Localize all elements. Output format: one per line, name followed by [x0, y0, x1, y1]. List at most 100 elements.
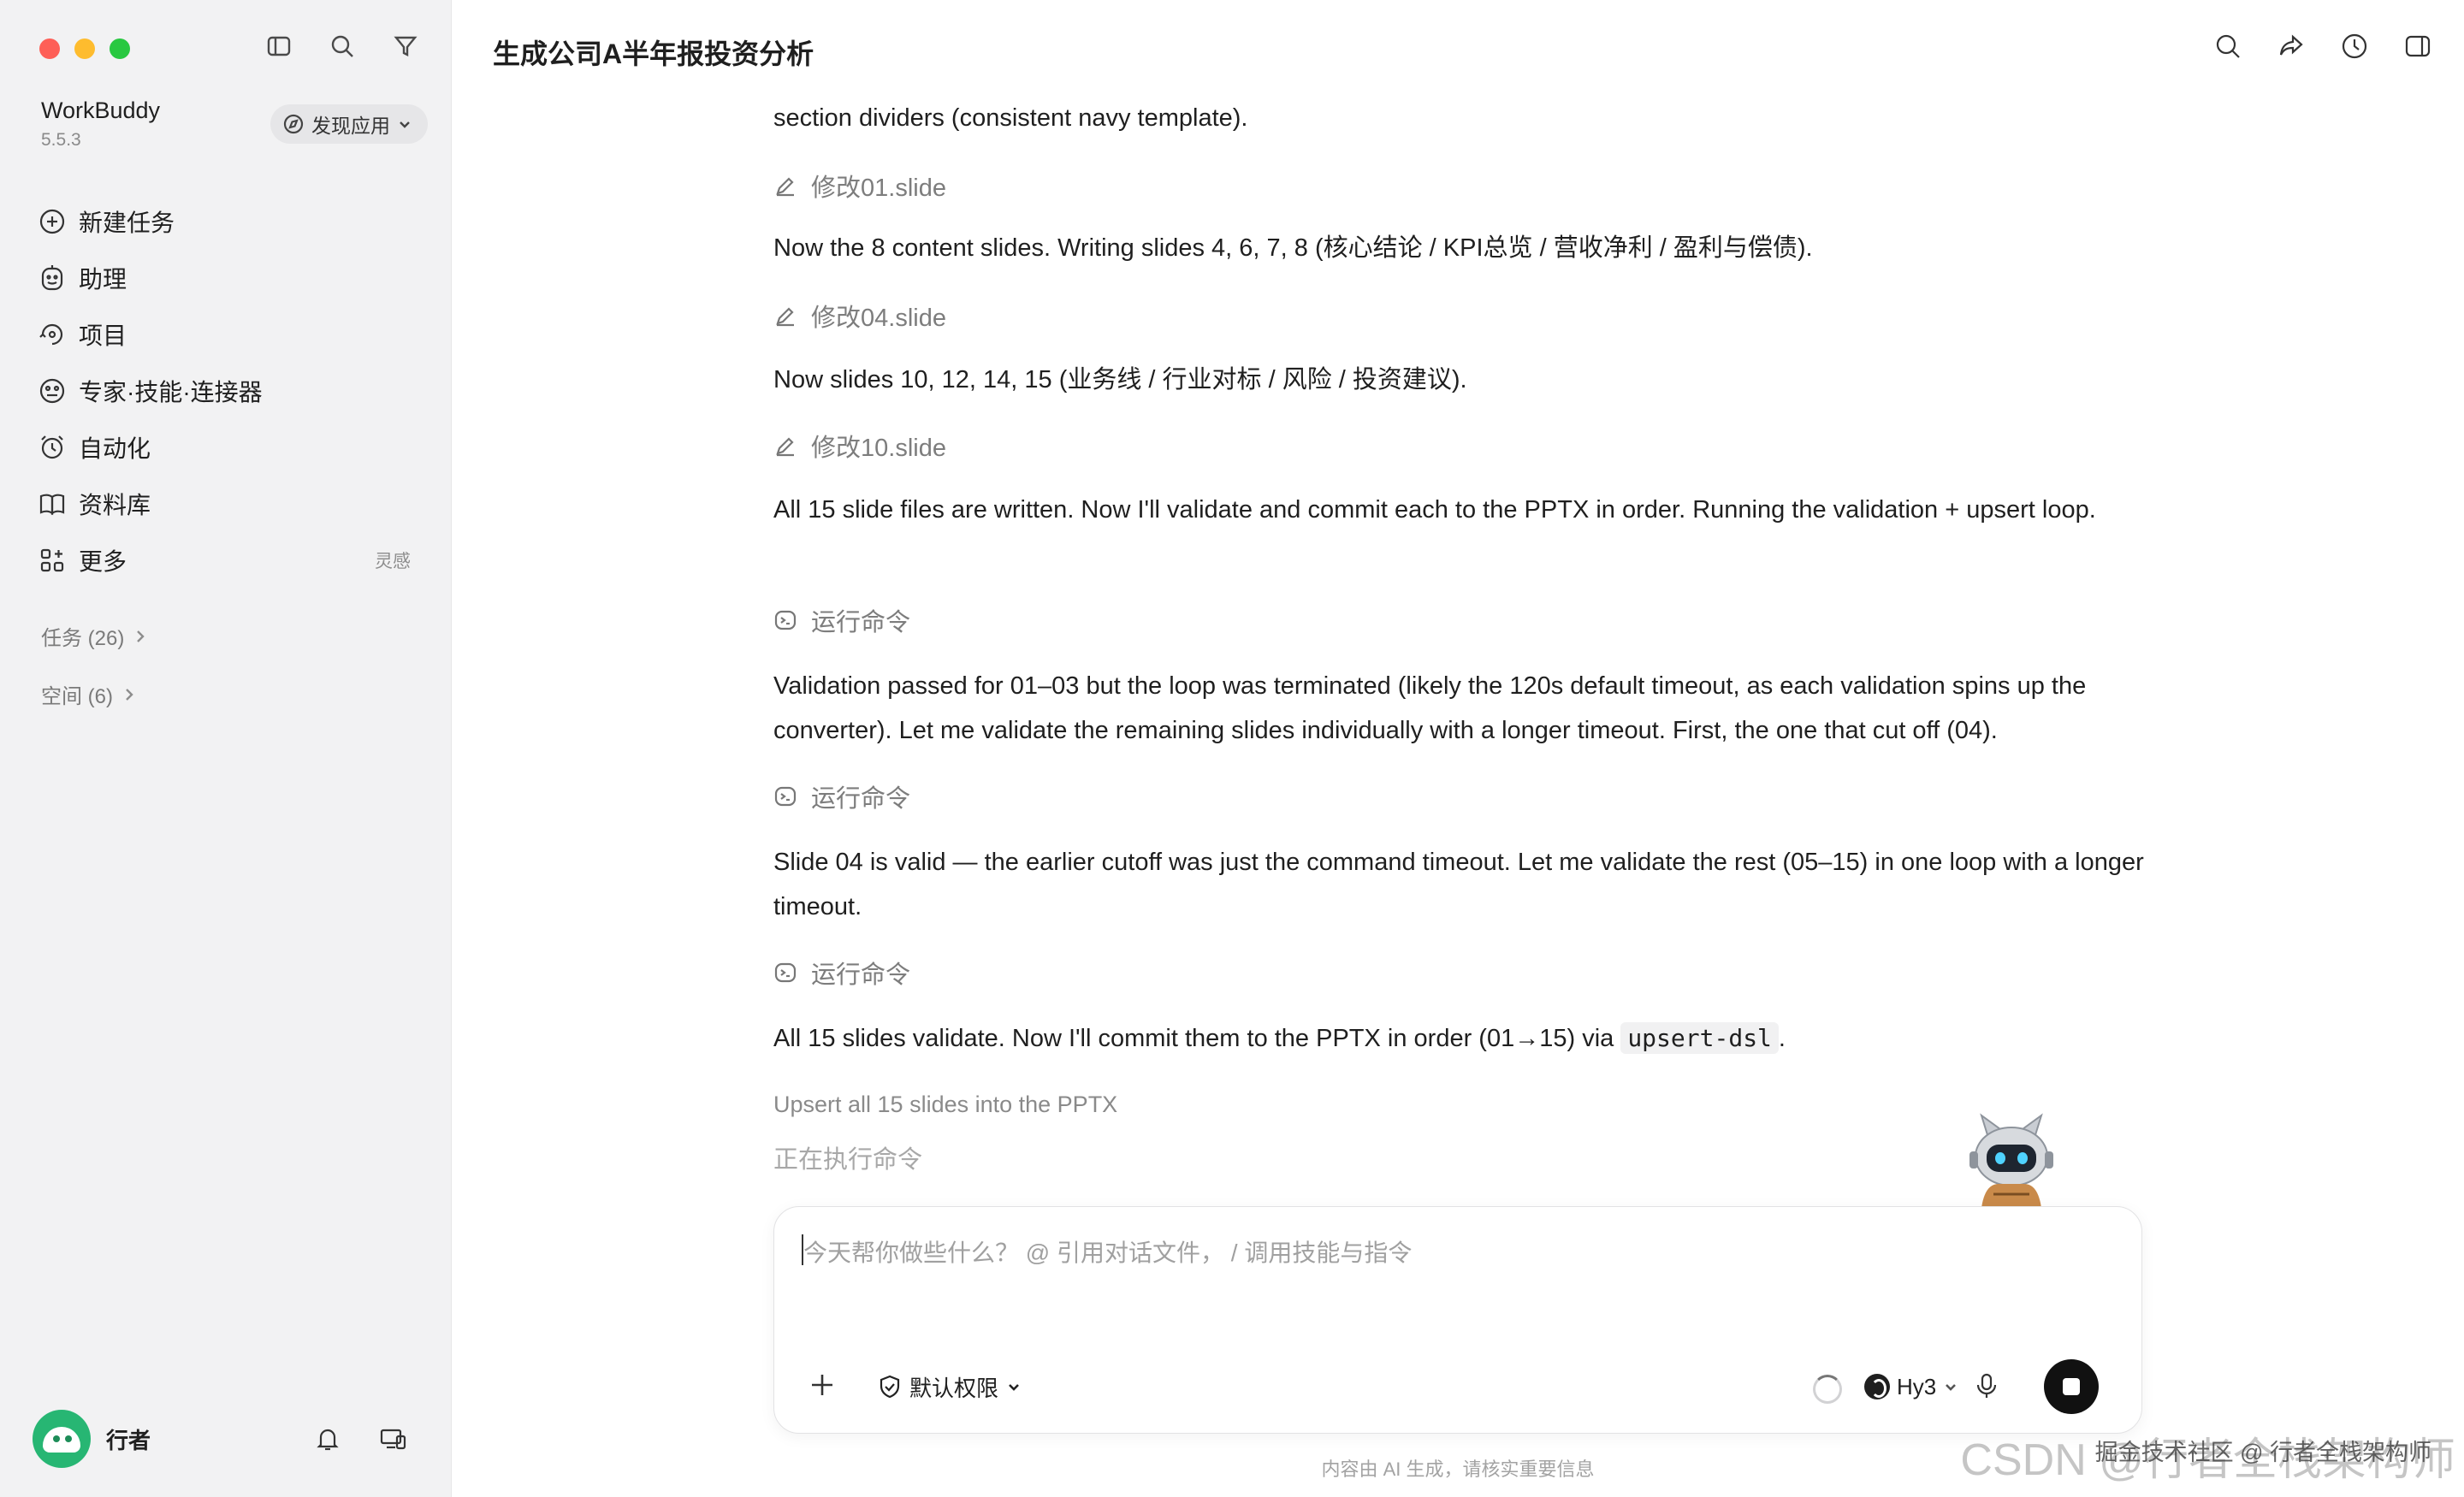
history-icon[interactable] — [2339, 31, 2370, 62]
pencil-icon — [776, 307, 794, 327]
grid-plus-icon — [40, 548, 64, 572]
running-status: 正在执行命令 — [773, 1146, 923, 1174]
tasks-group-header[interactable]: 任务 (26) — [41, 621, 148, 651]
permission-label: 默认权限 — [909, 1375, 999, 1401]
close-window-button[interactable] — [39, 38, 60, 59]
assistant-message: Validation passed for 01–03 but the loop… — [773, 672, 2087, 744]
sidebar-item-new-task[interactable]: 新建任务 — [38, 193, 423, 250]
book-icon — [39, 494, 65, 516]
sidebar-item-projects[interactable]: 项目 — [38, 306, 423, 363]
sidebar-item-experts-skills-connectors[interactable]: 专家·技能·连接器 — [38, 363, 423, 419]
sidebar-item-more[interactable]: 更多 灵感 — [38, 532, 423, 589]
compass-icon — [283, 114, 304, 134]
watermark-secondary: 掘金技术社区 @ 行者全栈架构师 — [2094, 1440, 2431, 1465]
window-controls — [39, 38, 130, 59]
share-icon[interactable] — [2276, 31, 2307, 62]
loading-spinner-icon — [1813, 1375, 1842, 1404]
project-icon — [39, 323, 63, 346]
assistant-message: Now the 8 content slides. Writing slides… — [773, 234, 1813, 262]
expert-icon — [39, 378, 65, 404]
discover-apps-button[interactable]: 发现应用 — [270, 104, 428, 144]
app-name: WorkBuddy — [41, 98, 161, 123]
inspiration-link[interactable]: 灵感 — [375, 547, 411, 573]
spaces-group-label: 空间 (6) — [41, 685, 113, 708]
tool-action-edit[interactable]: 修改10.slide — [773, 428, 946, 464]
tool-action-run-command[interactable]: 运行命令 — [773, 778, 910, 814]
assistant-message: section dividers (consistent navy templa… — [773, 104, 1248, 132]
tool-action-edit[interactable]: 修改01.slide — [773, 168, 946, 204]
terminal-icon — [774, 610, 797, 630]
composer: 今天帮你做些什么？ @ 引用对话文件， / 调用技能与指令 默认权限 Hy3 — [773, 1206, 2142, 1434]
sidebar-item-label: 项目 — [79, 322, 127, 349]
page-title: 生成公司A半年报投资分析 — [493, 38, 814, 69]
subtask-title: Upsert all 15 slides into the PPTX — [773, 1092, 1118, 1117]
permission-selector[interactable]: 默认权限 — [877, 1368, 1022, 1405]
avatar[interactable] — [33, 1410, 91, 1468]
user-row: 行者 — [33, 1406, 419, 1471]
robot-mascot-icon — [1969, 1113, 2053, 1208]
sidebar-nav: 新建任务 助理 项目 专家·技能·连接器 自动化 资料库 更多 灵感 — [38, 193, 423, 589]
chevron-down-icon — [1009, 1384, 1019, 1391]
tool-action-label: 运行命令 — [811, 609, 911, 636]
stop-icon — [2063, 1378, 2080, 1395]
tool-action-label: 修改01.slide — [811, 175, 946, 202]
sidebar-item-label: 自动化 — [79, 435, 151, 462]
tool-action-run-command[interactable]: 运行命令 — [773, 955, 910, 991]
plus-circle-icon — [39, 209, 65, 234]
composer-input[interactable]: 今天帮你做些什么？ @ 引用对话文件， / 调用技能与指令 — [803, 1234, 1412, 1269]
assistant-icon — [41, 265, 63, 291]
chevron-right-icon — [137, 630, 145, 642]
tool-action-label: 运行命令 — [811, 962, 911, 989]
sidebar-toolbar — [264, 31, 421, 62]
tool-action-label: 运行命令 — [811, 785, 911, 813]
top-toolbar — [2212, 31, 2433, 62]
chevron-down-icon — [1946, 1384, 1957, 1391]
microphone-icon — [1976, 1373, 1997, 1398]
sidebar-item-automation[interactable]: 自动化 — [38, 419, 423, 476]
spaces-group-header[interactable]: 空间 (6) — [41, 679, 137, 709]
zoom-window-button[interactable] — [110, 38, 130, 59]
search-icon[interactable] — [327, 31, 358, 62]
sidebar-item-label: 新建任务 — [79, 210, 175, 236]
terminal-icon — [774, 786, 797, 807]
terminal-icon — [774, 962, 797, 983]
minimize-window-button[interactable] — [74, 38, 95, 59]
app-version: 5.5.3 — [41, 130, 81, 150]
plus-icon — [812, 1375, 832, 1395]
pencil-icon — [776, 437, 794, 457]
sidebar-item-label: 专家·技能·连接器 — [79, 379, 263, 405]
model-label: Hy3 — [1897, 1373, 1937, 1399]
assistant-message: All 15 slide files are written. Now I'll… — [773, 496, 2096, 524]
assistant-message: Slide 04 is valid — the earlier cutoff w… — [773, 849, 2144, 920]
message-text: All 15 slides validate. Now I'll commit … — [773, 1025, 1621, 1052]
message-text: . — [1778, 1025, 1786, 1052]
search-icon[interactable] — [2212, 31, 2243, 62]
shield-check-icon — [880, 1375, 900, 1399]
toggle-sidebar-icon[interactable] — [264, 31, 294, 62]
chevron-right-icon — [126, 688, 133, 701]
model-logo-icon — [1864, 1374, 1890, 1399]
sidebar-item-assistant[interactable]: 助理 — [38, 250, 423, 306]
model-selector[interactable]: Hy3 — [1864, 1368, 1958, 1405]
sidebar: WorkBuddy 5.5.3 发现应用 新建任务 助理 项目 专家·技能·连接… — [0, 0, 452, 1497]
tool-action-run-command[interactable]: 运行命令 — [773, 602, 910, 638]
tasks-group-label: 任务 (26) — [41, 627, 125, 650]
filter-icon[interactable] — [390, 31, 421, 62]
bell-icon[interactable] — [313, 1424, 342, 1453]
discover-apps-label: 发现应用 — [311, 115, 390, 137]
devices-icon[interactable] — [378, 1424, 407, 1453]
tool-action-label: 修改10.slide — [811, 435, 946, 462]
toggle-panel-icon[interactable] — [2402, 31, 2433, 62]
microphone-button[interactable] — [1972, 1371, 2003, 1402]
assistant-message: All 15 slides validate. Now I'll commit … — [773, 1016, 2159, 1061]
pencil-icon — [776, 177, 794, 197]
stop-button[interactable] — [2044, 1359, 2099, 1414]
add-attachment-button[interactable] — [807, 1370, 841, 1404]
sidebar-item-label: 更多 — [79, 548, 127, 575]
sidebar-item-library[interactable]: 资料库 — [38, 476, 423, 532]
sidebar-item-label: 资料库 — [79, 492, 151, 518]
user-name[interactable]: 行者 — [106, 1423, 151, 1455]
tool-action-label: 修改04.slide — [811, 305, 946, 332]
tool-action-edit[interactable]: 修改04.slide — [773, 298, 946, 334]
assistant-message: Now slides 10, 12, 14, 15 (业务线 / 行业对标 / … — [773, 366, 1467, 393]
